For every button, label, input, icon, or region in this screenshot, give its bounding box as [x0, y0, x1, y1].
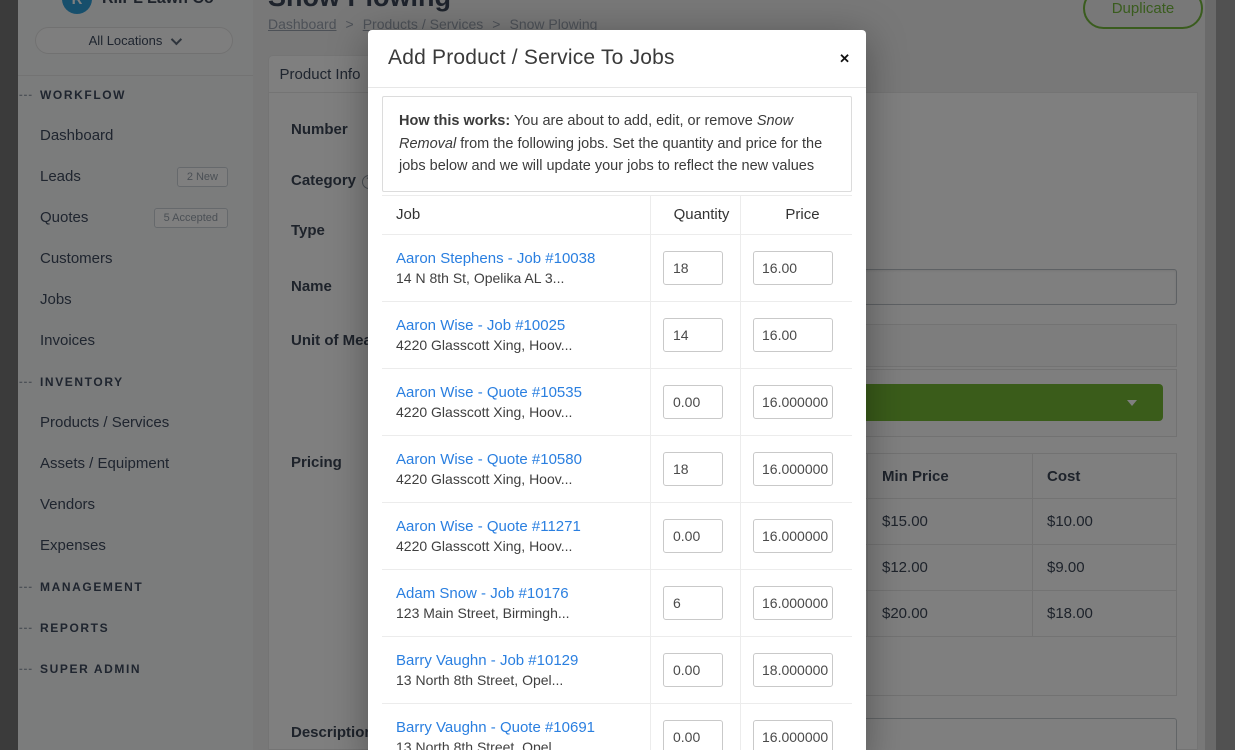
quantity-input[interactable] [663, 385, 723, 419]
quantity-cell [650, 637, 740, 703]
jobs-table: Job Quantity Price Aaron Stephens - Job … [382, 195, 852, 750]
price-cell [740, 503, 852, 569]
job-row: Aaron Wise - Job #10025 4220 Glasscott X… [382, 302, 852, 369]
job-link[interactable]: Barry Vaughn - Quote #10691 [396, 719, 650, 736]
quantity-input[interactable] [663, 653, 723, 687]
price-cell [740, 369, 852, 435]
job-address: 13 North 8th Street, Opel... [396, 672, 650, 688]
price-cell [740, 570, 852, 636]
job-cell: Aaron Wise - Quote #10535 4220 Glasscott… [382, 369, 650, 435]
job-link[interactable]: Adam Snow - Job #10176 [396, 585, 650, 602]
job-address: 4220 Glasscott Xing, Hoov... [396, 471, 650, 487]
job-link[interactable]: Aaron Wise - Job #10025 [396, 317, 650, 334]
quantity-column-header: Quantity [650, 196, 740, 234]
quantity-cell [650, 369, 740, 435]
price-cell [740, 637, 852, 703]
job-link[interactable]: Barry Vaughn - Job #10129 [396, 652, 650, 669]
job-row: Aaron Wise - Quote #10580 4220 Glasscott… [382, 436, 852, 503]
price-input[interactable] [753, 519, 833, 553]
job-cell: Aaron Wise - Quote #10580 4220 Glasscott… [382, 436, 650, 502]
job-row: Aaron Wise - Quote #11271 4220 Glasscott… [382, 503, 852, 570]
job-cell: Adam Snow - Job #10176 123 Main Street, … [382, 570, 650, 636]
job-address: 123 Main Street, Birmingh... [396, 605, 650, 621]
price-cell [740, 235, 852, 301]
how-this-works-note: How this works: You are about to add, ed… [382, 96, 852, 192]
price-input[interactable] [753, 385, 833, 419]
close-icon[interactable]: ✕ [839, 52, 850, 65]
job-link[interactable]: Aaron Stephens - Job #10038 [396, 250, 650, 267]
job-address: 13 North 8th Street, Opel... [396, 739, 650, 750]
job-cell: Aaron Wise - Quote #11271 4220 Glasscott… [382, 503, 650, 569]
price-input[interactable] [753, 586, 833, 620]
quantity-cell [650, 302, 740, 368]
price-cell [740, 436, 852, 502]
job-column-header: Job [382, 196, 650, 234]
quantity-cell [650, 436, 740, 502]
job-cell: Aaron Stephens - Job #10038 14 N 8th St,… [382, 235, 650, 301]
modal-header: Add Product / Service To Jobs ✕ [368, 30, 866, 88]
quantity-cell [650, 570, 740, 636]
price-input[interactable] [753, 653, 833, 687]
job-link[interactable]: Aaron Wise - Quote #10580 [396, 451, 650, 468]
quantity-cell [650, 235, 740, 301]
job-row: Barry Vaughn - Quote #10691 13 North 8th… [382, 704, 852, 750]
modal-body: How this works: You are about to add, ed… [368, 88, 866, 750]
quantity-cell [650, 704, 740, 750]
job-cell: Barry Vaughn - Job #10129 13 North 8th S… [382, 637, 650, 703]
job-row: Adam Snow - Job #10176 123 Main Street, … [382, 570, 852, 637]
job-cell: Aaron Wise - Job #10025 4220 Glasscott X… [382, 302, 650, 368]
job-row: Aaron Wise - Quote #10535 4220 Glasscott… [382, 369, 852, 436]
add-product-to-jobs-modal: Add Product / Service To Jobs ✕ How this… [368, 30, 866, 750]
price-input[interactable] [753, 720, 833, 750]
job-link[interactable]: Aaron Wise - Quote #11271 [396, 518, 650, 535]
job-link[interactable]: Aaron Wise - Quote #10535 [396, 384, 650, 401]
price-cell [740, 704, 852, 750]
quantity-input[interactable] [663, 318, 723, 352]
price-input[interactable] [753, 318, 833, 352]
quantity-input[interactable] [663, 251, 723, 285]
quantity-input[interactable] [663, 452, 723, 486]
quantity-cell [650, 503, 740, 569]
quantity-input[interactable] [663, 519, 723, 553]
job-cell: Barry Vaughn - Quote #10691 13 North 8th… [382, 704, 650, 750]
quantity-input[interactable] [663, 720, 723, 750]
job-row: Aaron Stephens - Job #10038 14 N 8th St,… [382, 235, 852, 302]
job-address: 4220 Glasscott Xing, Hoov... [396, 404, 650, 420]
job-address: 14 N 8th St, Opelika AL 3... [396, 270, 650, 286]
jobs-table-header: Job Quantity Price [382, 195, 852, 235]
job-address: 4220 Glasscott Xing, Hoov... [396, 337, 650, 353]
price-column-header: Price [740, 196, 852, 234]
job-address: 4220 Glasscott Xing, Hoov... [396, 538, 650, 554]
modal-title: Add Product / Service To Jobs [388, 46, 675, 70]
price-input[interactable] [753, 251, 833, 285]
price-cell [740, 302, 852, 368]
job-row: Barry Vaughn - Job #10129 13 North 8th S… [382, 637, 852, 704]
price-input[interactable] [753, 452, 833, 486]
quantity-input[interactable] [663, 586, 723, 620]
